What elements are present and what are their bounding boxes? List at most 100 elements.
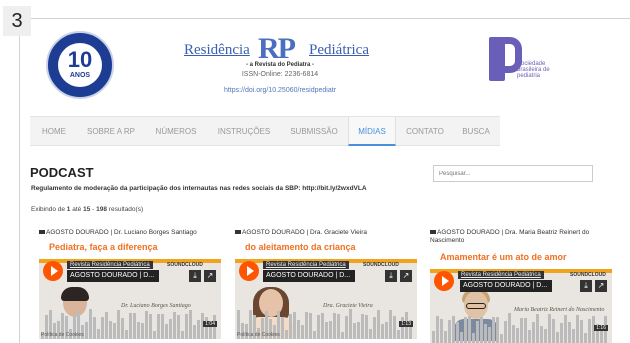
share-icon[interactable]: ↗ (400, 270, 412, 282)
nav-home[interactable]: HOME (40, 117, 68, 146)
waveform-bar (293, 312, 296, 339)
waveform-bar (121, 317, 124, 339)
play-button[interactable] (434, 271, 454, 291)
waveform-bar (520, 318, 523, 343)
waveform-bar (161, 313, 164, 339)
soundcloud-player: Amamentar é um ato de amor Maria Beatriz… (430, 249, 612, 343)
waveform-bar (496, 316, 499, 343)
waveform-bar (397, 329, 400, 339)
waveform-bar (389, 309, 392, 339)
step-number-badge: 3 (3, 6, 31, 36)
waveform-bar (381, 324, 384, 339)
track-title[interactable]: AGOSTO DOURADO | D... (67, 270, 159, 282)
cookie-policy-link[interactable]: Política de Cookies (237, 332, 280, 338)
waveform-bar (588, 318, 591, 343)
player-artwork-banner: Amamentar é um ato de amor (430, 249, 612, 269)
showing-sep: - (92, 206, 95, 213)
track-duration: 1:04 (203, 321, 217, 327)
nav-submissao[interactable]: SUBMISSÃO (286, 117, 342, 146)
waveform-bar (141, 323, 144, 339)
waveform-bar (105, 311, 108, 339)
waveform-bar (133, 312, 136, 339)
waveform-bar (281, 316, 284, 339)
waveform-bar (137, 322, 140, 339)
track-title[interactable]: AGOSTO DOURADO | D... (460, 280, 552, 292)
waveform-bar (353, 322, 356, 339)
soundcloud-logo[interactable]: SOUNDCLOUD (167, 262, 203, 268)
waveform-bar (552, 319, 555, 343)
waveform-bar (564, 315, 567, 343)
waveform[interactable] (430, 309, 612, 343)
waveform-bar (464, 316, 467, 343)
soundcloud-logo[interactable]: SOUNDCLOUD (363, 262, 399, 268)
search-input[interactable] (433, 165, 593, 182)
share-icon[interactable]: ↗ (204, 270, 216, 282)
brand-mark: RP (258, 32, 296, 65)
nav-midias[interactable]: MÍDIAS (348, 117, 396, 146)
player-artwork-banner: Pediatra, faça a diferença (39, 239, 221, 259)
issn-text: ISSN-Online: 2236-6814 (241, 71, 319, 78)
download-icon[interactable]: ⤓ (385, 270, 397, 282)
sbp-logo[interactable]: Sociedade brasileira de pediatria (489, 37, 550, 85)
waveform-bar (313, 331, 316, 339)
podcast-card: AGOSTO DOURADO | Dr. Luciano Borges Sant… (39, 229, 221, 343)
track-duration: 1:16 (594, 325, 608, 331)
waveform-bar (448, 319, 451, 343)
waveform-bar (500, 334, 503, 343)
track-duration: 1:13 (399, 321, 413, 327)
podcast-title[interactable]: AGOSTO DOURADO | Dr. Luciano Borges Sant… (39, 229, 221, 237)
waveform-bar (484, 323, 487, 343)
download-icon[interactable]: ⤓ (189, 270, 201, 282)
waveform-bar (536, 314, 539, 343)
soundcloud-logo[interactable]: SOUNDCLOUD (570, 272, 606, 278)
soundcloud-user-link[interactable]: Revista Residência Pediátrica (67, 261, 153, 269)
play-button[interactable] (239, 261, 259, 281)
waveform-bar (540, 326, 543, 343)
waveform-bar (321, 313, 324, 339)
waveform-bar (600, 329, 603, 343)
waveform-bar (572, 329, 575, 343)
brand-word-right: Pediátrica (309, 42, 369, 58)
waveform-bar (337, 313, 340, 339)
waveform-bar (504, 321, 507, 343)
waveform-bar (468, 315, 471, 343)
showing-mid: até (72, 206, 82, 213)
podcast-card: AGOSTO DOURADO | Dra. Graciete Vieira do… (235, 229, 417, 343)
soundcloud-user-link[interactable]: Revista Residência Pediátrica (263, 261, 349, 269)
nav-sobre[interactable]: SOBRE A RP (84, 117, 138, 146)
anniversary-seal-logo[interactable]: 10 ANOS (46, 31, 114, 99)
waveform-bar (556, 331, 559, 343)
nav-busca[interactable]: BUSCA (458, 117, 494, 146)
podcast-title[interactable]: AGOSTO DOURADO | Dra. Graciete Vieira (235, 229, 417, 237)
waveform-bar (516, 327, 519, 343)
waveform-bar (177, 315, 180, 339)
track-title[interactable]: AGOSTO DOURADO | D... (263, 270, 355, 282)
nav-contato[interactable]: CONTATO (404, 117, 446, 146)
waveform-bar (301, 325, 304, 339)
waveform-bar (197, 319, 200, 339)
doi-link[interactable]: https://doi.org/10.25060/residpediatr (200, 87, 360, 94)
showing-suffix: resultado(s) (108, 206, 144, 213)
waveform-bar (432, 330, 435, 343)
waveform-bar (125, 330, 128, 339)
share-icon[interactable]: ↗ (595, 280, 607, 292)
download-icon[interactable]: ⤓ (580, 280, 592, 292)
nav-numeros[interactable]: NÚMEROS (152, 117, 200, 146)
waveform-bar (576, 315, 579, 343)
waveform-bar (345, 315, 348, 339)
waveform-bar (476, 320, 479, 343)
waveform-bar (528, 330, 531, 343)
player-artwork-banner: do aleitamento da criança (235, 239, 417, 259)
waveform-bar (544, 328, 547, 343)
podcast-title-text: AGOSTO DOURADO | Dr. Luciano Borges Sant… (46, 229, 197, 236)
waveform-bar (444, 331, 447, 343)
waveform-bar (361, 313, 364, 339)
waveform-bar (181, 331, 184, 339)
podcast-title[interactable]: AGOSTO DOURADO | Dra. Maria Beatriz Rein… (430, 229, 612, 245)
soundcloud-player: Pediatra, faça a diferença Dr. Luciano B… (39, 239, 221, 339)
soundcloud-user-link[interactable]: Revista Residência Pediátrica (458, 271, 544, 279)
nav-instrucoes[interactable]: INSTRUÇÕES (214, 117, 274, 146)
play-button[interactable] (43, 261, 63, 281)
video-camera-icon (235, 230, 241, 235)
cookie-policy-link[interactable]: Política de Cookies (41, 332, 84, 338)
